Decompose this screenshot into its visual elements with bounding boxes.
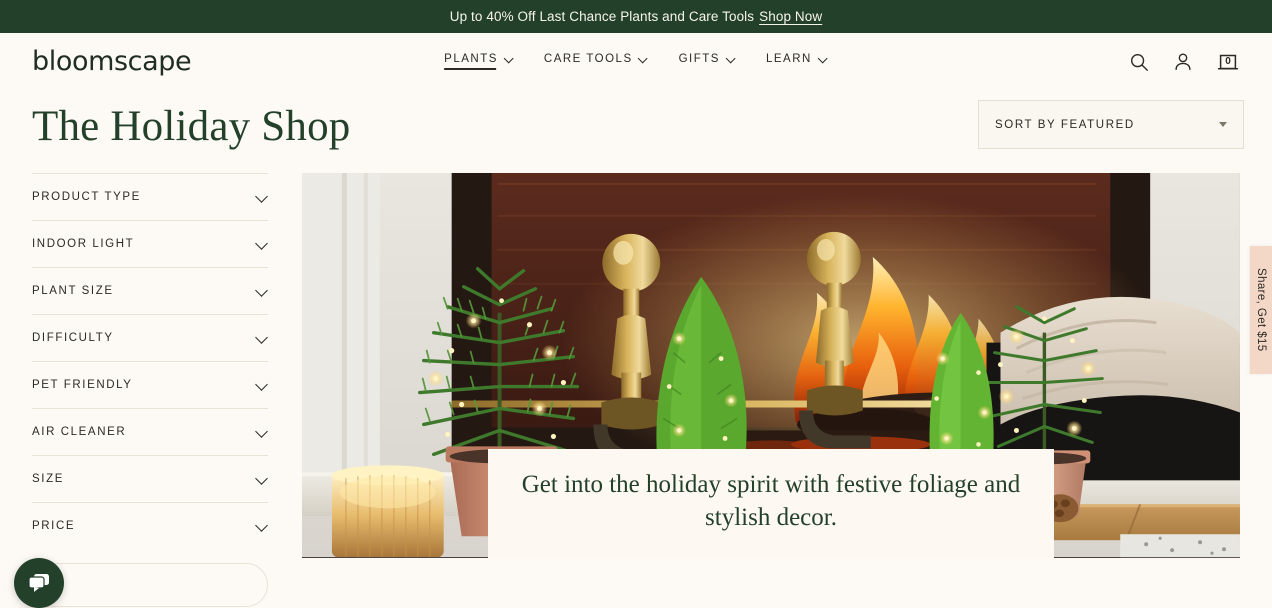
share-tab-label: Share, Get $15 <box>1255 268 1267 352</box>
nav-item-plants[interactable]: PLANTS <box>444 53 514 70</box>
filter-product-type[interactable]: PRODUCT TYPE <box>32 173 268 220</box>
nav-item-label: LEARN <box>765 53 812 65</box>
search-icon[interactable] <box>1128 51 1150 73</box>
nav-item-label: CARE TOOLS <box>543 53 633 65</box>
filter-air-cleaner[interactable]: AIR CLEANER <box>32 408 268 455</box>
chevron-down-icon <box>505 54 514 63</box>
filter-label: SIZE <box>32 473 64 486</box>
chevron-down-icon <box>256 238 268 250</box>
filter-label: INDOOR LIGHT <box>32 238 135 251</box>
page-title-row: The Holiday Shop SORT BY FEATURED <box>0 90 1272 151</box>
promo-banner-text: Up to 40% Off Last Chance Plants and Car… <box>449 9 755 24</box>
chevron-down-icon <box>256 285 268 297</box>
shopping-bag-icon[interactable]: 0 <box>1216 50 1240 74</box>
main-navigation: PLANTS CARE TOOLS GIFTS LEARN <box>444 53 828 70</box>
filter-label: AIR CLEANER <box>32 426 127 439</box>
page-title: The Holiday Shop <box>32 103 351 150</box>
filter-plant-size[interactable]: PLANT SIZE <box>32 267 268 314</box>
chevron-down-icon <box>256 379 268 391</box>
filter-label: DIFFICULTY <box>32 332 114 345</box>
header-icon-group: 0 <box>1128 50 1240 74</box>
share-get-15-tab[interactable]: Share, Get $15 <box>1250 246 1272 374</box>
filter-label: PLANT SIZE <box>32 285 114 298</box>
filter-indoor-light[interactable]: INDOOR LIGHT <box>32 220 268 267</box>
filter-label: PRICE <box>32 520 76 533</box>
nav-item-label: PLANTS <box>444 53 498 65</box>
sort-by-select[interactable]: SORT BY FEATURED <box>978 100 1244 149</box>
chevron-down-icon <box>640 54 649 63</box>
chevron-down-icon <box>256 332 268 344</box>
chat-bubble-icon[interactable] <box>14 558 64 608</box>
filter-size[interactable]: SIZE <box>32 455 268 502</box>
price-range-control[interactable] <box>32 563 268 608</box>
content-area: PRODUCT TYPE INDOOR LIGHT PLANT SIZE DIF… <box>0 173 1272 608</box>
nav-item-learn[interactable]: LEARN <box>766 53 828 70</box>
filter-label: PRODUCT TYPE <box>32 191 141 204</box>
site-logo[interactable]: bloomscape <box>32 48 192 75</box>
site-header: bloomscape PLANTS CARE TOOLS GIFTS LEARN <box>0 33 1272 90</box>
chevron-down-icon <box>256 473 268 485</box>
promo-banner: Up to 40% Off Last Chance Plants and Car… <box>0 0 1272 33</box>
chevron-down-icon <box>256 426 268 438</box>
nav-item-label: GIFTS <box>678 53 720 65</box>
chat-bubble-glyph <box>28 574 49 592</box>
chevron-down-icon <box>256 191 268 203</box>
hero-banner[interactable]: Get into the holiday spirit with festive… <box>302 173 1240 559</box>
nav-item-care-tools[interactable]: CARE TOOLS <box>544 53 649 70</box>
filter-pet-friendly[interactable]: PET FRIENDLY <box>32 361 268 408</box>
user-account-icon[interactable] <box>1172 51 1194 73</box>
sort-by-value: SORT BY FEATURED <box>995 118 1135 131</box>
chevron-down-icon <box>819 54 828 63</box>
hero-caption: Get into the holiday spirit with festive… <box>488 449 1054 559</box>
filter-price[interactable]: PRICE <box>32 502 268 549</box>
chevron-down-icon <box>727 54 736 63</box>
promo-shop-now-link[interactable]: Shop Now <box>759 9 822 24</box>
filter-sidebar: PRODUCT TYPE INDOOR LIGHT PLANT SIZE DIF… <box>32 173 268 608</box>
filter-label: PET FRIENDLY <box>32 379 133 392</box>
caret-down-icon <box>1219 122 1227 127</box>
chevron-down-icon <box>256 520 268 532</box>
nav-item-gifts[interactable]: GIFTS <box>679 53 736 70</box>
filter-difficulty[interactable]: DIFFICULTY <box>32 314 268 361</box>
